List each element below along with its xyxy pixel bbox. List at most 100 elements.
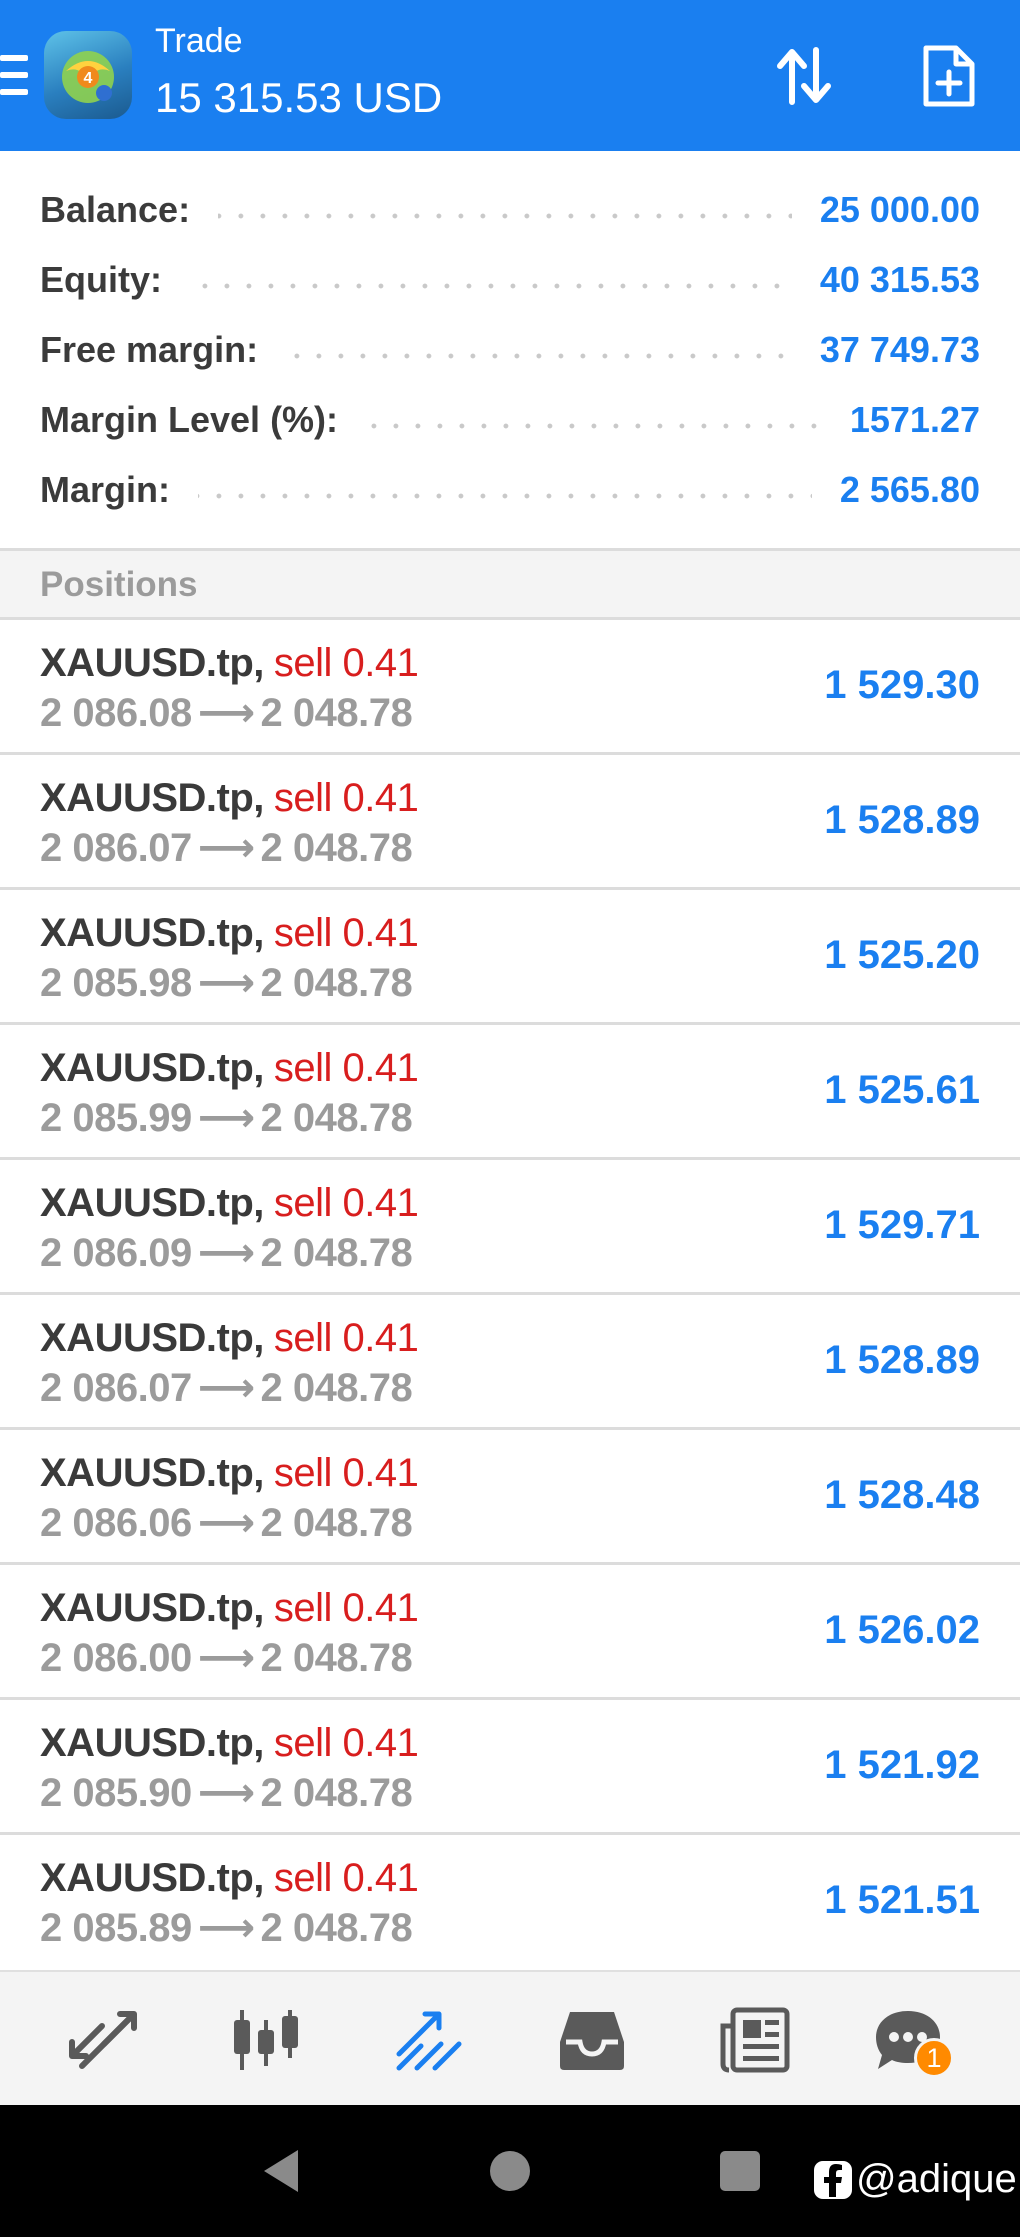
sort-icon[interactable] [764,36,844,116]
position-profit: 1 529.30 [824,663,980,707]
history-icon[interactable] [552,2000,632,2080]
position-open-price: 2 086.07 [40,826,192,870]
position-open-price: 2 086.07 [40,1366,192,1410]
position-symbol: XAUUSD.tp [40,1046,254,1090]
position-side: sell 0.41 [273,776,419,820]
svg-text:4: 4 [84,70,93,87]
position-side: sell 0.41 [273,1046,419,1090]
position-symbol: XAUUSD.tp [40,776,254,820]
news-icon[interactable] [715,2000,795,2080]
position-profit: 1 521.51 [824,1878,980,1922]
new-order-icon[interactable] [908,36,988,116]
position-row[interactable]: XAUUSD.tp, sell 0.41 2 086.00 ⟶ 2 048.78 1 … [0,1565,1020,1700]
position-open-price: 2 086.09 [40,1231,192,1275]
arrow-right-icon: ⟶ [197,1501,255,1545]
position-row[interactable]: XAUUSD.tp, sell 0.41 2 085.99 ⟶ 2 048.78 1 … [0,1025,1020,1160]
arrow-right-icon: ⟶ [197,826,255,870]
position-side: sell 0.41 [273,641,419,685]
position-profit: 1 528.89 [824,798,980,842]
position-row[interactable]: XAUUSD.tp, sell 0.41 2 086.09 ⟶ 2 048.78 1 … [0,1160,1020,1295]
dotted-leader [190,282,792,290]
position-profit: 1 525.61 [824,1068,980,1112]
margin-row: Margin: 2 565.80 [40,455,980,525]
position-row[interactable]: XAUUSD.tp, sell 0.41 2 085.98 ⟶ 2 048.78 1 … [0,890,1020,1025]
dotted-leader [198,492,812,500]
free-margin-row: Free margin: 37 749.73 [40,315,980,385]
arrow-right-icon: ⟶ [197,691,255,735]
position-side: sell 0.41 [273,1181,419,1225]
trade-icon[interactable] [389,2000,469,2080]
position-current-price: 2 048.78 [260,1096,413,1140]
position-symbol: XAUUSD.tp [40,641,254,685]
facebook-icon [814,2160,852,2199]
dotted-leader [218,212,792,220]
watermark: @adique [814,2157,1017,2202]
position-current-price: 2 048.78 [260,1906,413,1950]
account-summary: Balance: 25 000.00 Equity: 40 315.53 Fre… [0,151,1020,548]
arrow-right-icon: ⟶ [197,1636,255,1680]
position-symbol: XAUUSD.tp [40,1856,254,1900]
positions-list: XAUUSD.tp, sell 0.41 2 086.08 ⟶ 2 048.78 1 … [0,620,1020,1970]
dotted-leader [366,422,822,430]
position-profit: 1 528.89 [824,1338,980,1382]
account-profit-total: 15 315.53 USD [155,74,443,121]
position-profit: 1 521.92 [824,1743,980,1787]
bottom-nav: 1 [0,1970,1020,2105]
mt4-app-logo: 4 [44,31,132,119]
position-side: sell 0.41 [273,911,419,955]
position-side: sell 0.41 [273,1721,419,1765]
position-current-price: 2 048.78 [260,961,413,1005]
position-open-price: 2 086.00 [40,1636,192,1680]
page-title: Trade [155,22,243,60]
quotes-icon[interactable] [63,2000,143,2080]
arrow-right-icon: ⟶ [197,1906,255,1950]
equity-row: Equity: 40 315.53 [40,245,980,315]
messages-icon[interactable]: 1 [868,2000,954,2080]
position-profit: 1 526.02 [824,1608,980,1652]
position-row[interactable]: XAUUSD.tp, sell 0.41 2 086.07 ⟶ 2 048.78 1 … [0,755,1020,890]
position-open-price: 2 086.06 [40,1501,192,1545]
position-row[interactable]: XAUUSD.tp, sell 0.41 2 085.89 ⟶ 2 048.78 1 … [0,1835,1020,1970]
margin-level-row: Margin Level (%): 1571.27 [40,385,980,455]
position-profit: 1 528.48 [824,1473,980,1517]
position-row[interactable]: XAUUSD.tp, sell 0.41 2 086.08 ⟶ 2 048.78 1 … [0,620,1020,755]
position-current-price: 2 048.78 [260,1231,413,1275]
position-profit: 1 525.20 [824,933,980,977]
back-icon[interactable] [250,2141,310,2201]
chart-icon[interactable] [226,2000,306,2080]
margin-label: Margin: [40,469,170,510]
position-current-price: 2 048.78 [260,1636,413,1680]
position-side: sell 0.41 [273,1586,419,1630]
system-nav-bar: @adique [0,2105,1020,2237]
position-side: sell 0.41 [273,1316,419,1360]
margin-value: 2 565.80 [839,469,980,510]
position-open-price: 2 086.08 [40,691,192,735]
position-row[interactable]: XAUUSD.tp, sell 0.41 2 085.90 ⟶ 2 048.78 1 … [0,1700,1020,1835]
equity-value: 40 315.53 [819,259,980,300]
arrow-right-icon: ⟶ [197,1096,255,1140]
menu-icon[interactable] [0,55,28,95]
balance-label: Balance: [40,189,191,230]
position-current-price: 2 048.78 [260,1501,413,1545]
position-current-price: 2 048.78 [260,1771,413,1815]
arrow-right-icon: ⟶ [197,1366,255,1410]
position-symbol: XAUUSD.tp [40,1721,254,1765]
balance-row: Balance: 25 000.00 [40,175,980,245]
position-row[interactable]: XAUUSD.tp, sell 0.41 2 086.07 ⟶ 2 048.78 1 … [0,1295,1020,1430]
position-open-price: 2 085.99 [40,1096,192,1140]
balance-value: 25 000.00 [819,189,980,230]
position-symbol: XAUUSD.tp [40,911,254,955]
position-symbol: XAUUSD.tp [40,1181,254,1225]
position-open-price: 2 085.98 [40,961,192,1005]
position-symbol: XAUUSD.tp [40,1451,254,1495]
recents-icon[interactable] [710,2141,770,2201]
position-current-price: 2 048.78 [260,691,413,735]
dotted-leader [286,352,792,360]
position-open-price: 2 085.89 [40,1906,192,1950]
free-margin-label: Free margin: [40,329,259,370]
position-row[interactable]: XAUUSD.tp, sell 0.41 2 086.06 ⟶ 2 048.78 1 … [0,1430,1020,1565]
position-current-price: 2 048.78 [260,826,413,870]
positions-header-label: Positions [40,565,198,604]
home-icon[interactable] [480,2141,540,2201]
position-side: sell 0.41 [273,1856,419,1900]
